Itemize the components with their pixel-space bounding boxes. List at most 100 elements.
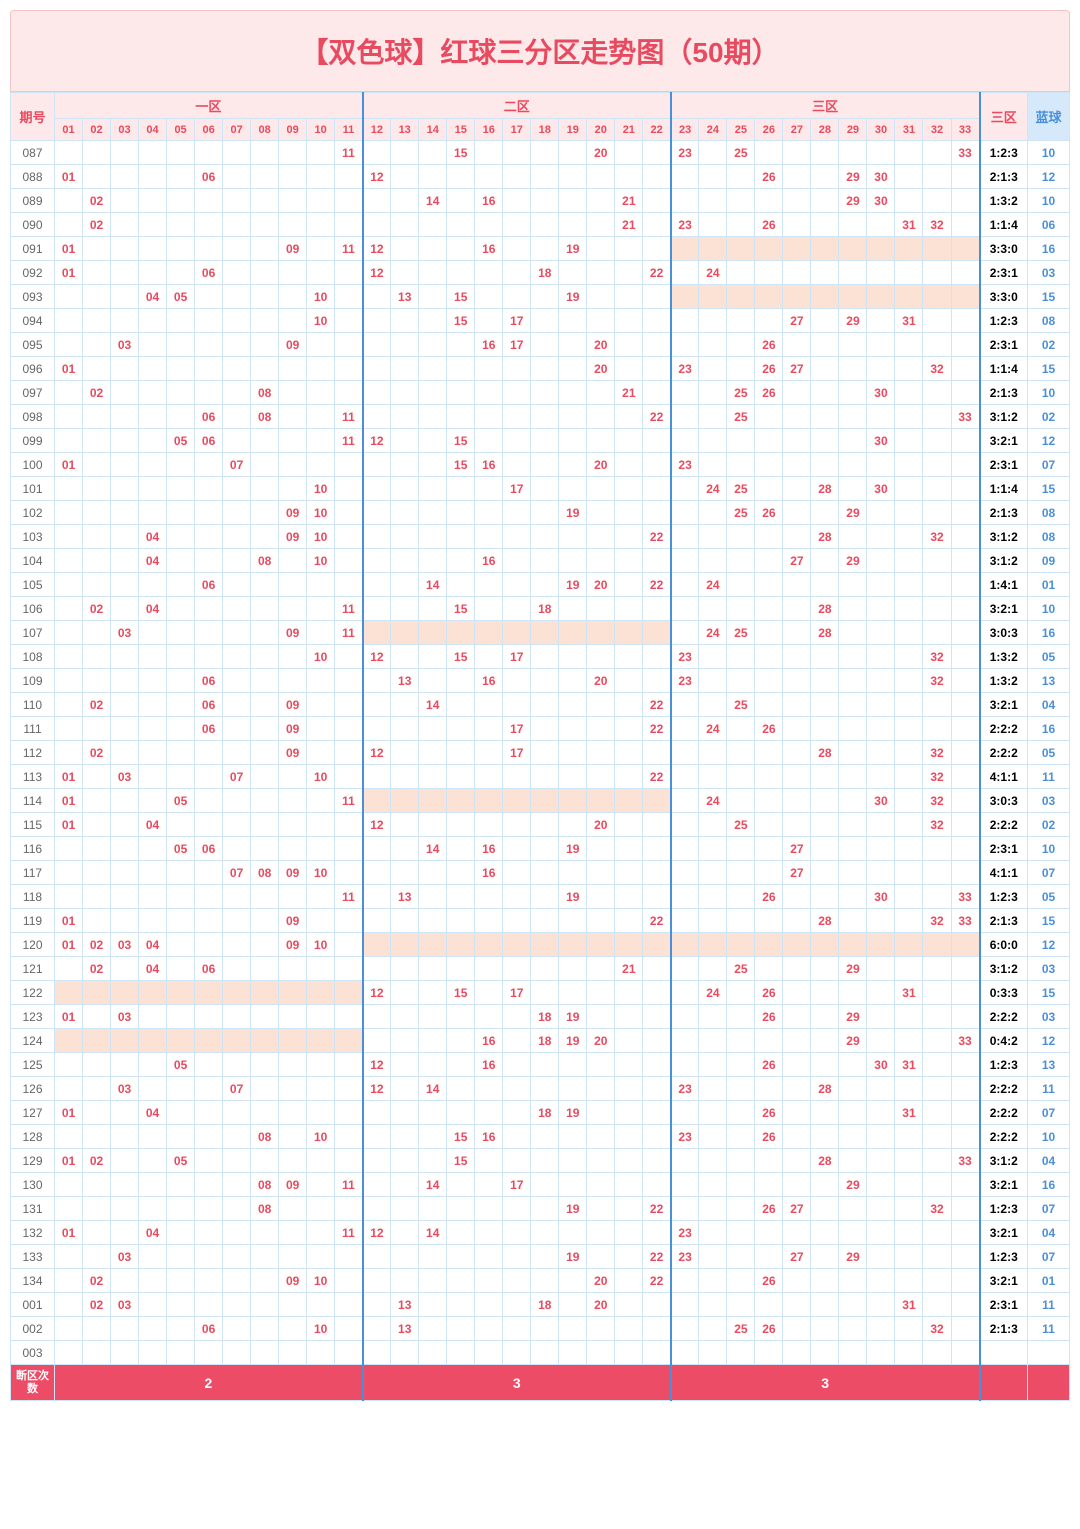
cell	[839, 1149, 867, 1173]
cell	[783, 1269, 811, 1293]
cell	[335, 1317, 363, 1341]
cell	[167, 381, 195, 405]
cell	[559, 453, 587, 477]
cell	[447, 621, 475, 645]
red-ball: 09	[279, 861, 307, 885]
cell	[755, 957, 783, 981]
col-14: 14	[419, 119, 447, 141]
cell	[783, 453, 811, 477]
cell	[391, 405, 419, 429]
cell	[139, 573, 167, 597]
red-ball: 13	[391, 669, 419, 693]
cell	[111, 981, 139, 1005]
cell	[503, 765, 531, 789]
cell	[867, 1005, 895, 1029]
cell	[419, 1197, 447, 1221]
cell	[251, 141, 279, 165]
cell	[503, 669, 531, 693]
cell	[111, 285, 139, 309]
cell	[951, 837, 980, 861]
cell	[447, 717, 475, 741]
cell	[139, 717, 167, 741]
cell	[83, 309, 111, 333]
cell	[839, 1221, 867, 1245]
cell	[811, 1341, 839, 1365]
cell	[167, 861, 195, 885]
blue-cell: 16	[1028, 237, 1070, 261]
cell	[811, 981, 839, 1005]
cell	[83, 1173, 111, 1197]
red-ball: 04	[139, 597, 167, 621]
cell	[167, 717, 195, 741]
cell	[55, 333, 83, 357]
col-09: 09	[279, 119, 307, 141]
cell	[643, 1173, 671, 1197]
cell	[503, 429, 531, 453]
cell	[83, 1053, 111, 1077]
cell	[643, 981, 671, 1005]
red-ball: 02	[83, 741, 111, 765]
cell	[755, 141, 783, 165]
cell	[951, 981, 980, 1005]
cell	[195, 1053, 223, 1077]
blue-cell: 01	[1028, 1269, 1070, 1293]
cell	[503, 789, 531, 813]
cell	[335, 525, 363, 549]
table-row: 1280810151623262:2:210	[11, 1125, 1070, 1149]
blue-cell: 05	[1028, 885, 1070, 909]
cell	[419, 597, 447, 621]
red-ball: 03	[111, 1077, 139, 1101]
cell	[195, 381, 223, 405]
cell	[195, 1245, 223, 1269]
red-ball: 10	[307, 309, 335, 333]
cell	[895, 573, 923, 597]
cell	[671, 285, 699, 309]
cell	[139, 621, 167, 645]
red-ball: 03	[111, 1293, 139, 1317]
blue-cell: 03	[1028, 261, 1070, 285]
cell	[503, 1317, 531, 1341]
cell	[447, 237, 475, 261]
table-row: 1090613162023321:3:213	[11, 669, 1070, 693]
cell	[643, 837, 671, 861]
red-ball: 21	[615, 189, 643, 213]
cell	[251, 1005, 279, 1029]
red-ball: 28	[811, 621, 839, 645]
cell	[867, 765, 895, 789]
cell	[447, 261, 475, 285]
cell	[783, 573, 811, 597]
cell	[867, 549, 895, 573]
cell	[475, 501, 503, 525]
cell	[83, 885, 111, 909]
cell	[727, 909, 755, 933]
cell	[867, 1269, 895, 1293]
red-ball: 01	[55, 909, 83, 933]
blue-cell: 10	[1028, 141, 1070, 165]
cell	[447, 213, 475, 237]
cell	[727, 189, 755, 213]
cell	[783, 813, 811, 837]
cell	[279, 309, 307, 333]
red-ball: 25	[727, 381, 755, 405]
cell	[699, 693, 727, 717]
cell	[279, 477, 307, 501]
cell	[251, 621, 279, 645]
cell	[447, 1005, 475, 1029]
cell	[167, 141, 195, 165]
footer-zone-count: 3	[671, 1365, 980, 1401]
red-ball: 23	[671, 357, 699, 381]
red-ball: 24	[699, 477, 727, 501]
red-ball: 01	[55, 765, 83, 789]
cell	[363, 573, 391, 597]
col-03: 03	[111, 119, 139, 141]
cell	[419, 381, 447, 405]
cell	[503, 237, 531, 261]
red-ball: 19	[559, 237, 587, 261]
cell	[727, 717, 755, 741]
cell	[867, 501, 895, 525]
red-ball: 04	[139, 1101, 167, 1125]
ratio-cell: 2:1:3	[980, 501, 1028, 525]
cell	[895, 285, 923, 309]
cell	[447, 1101, 475, 1125]
period-header: 期号	[11, 93, 55, 141]
